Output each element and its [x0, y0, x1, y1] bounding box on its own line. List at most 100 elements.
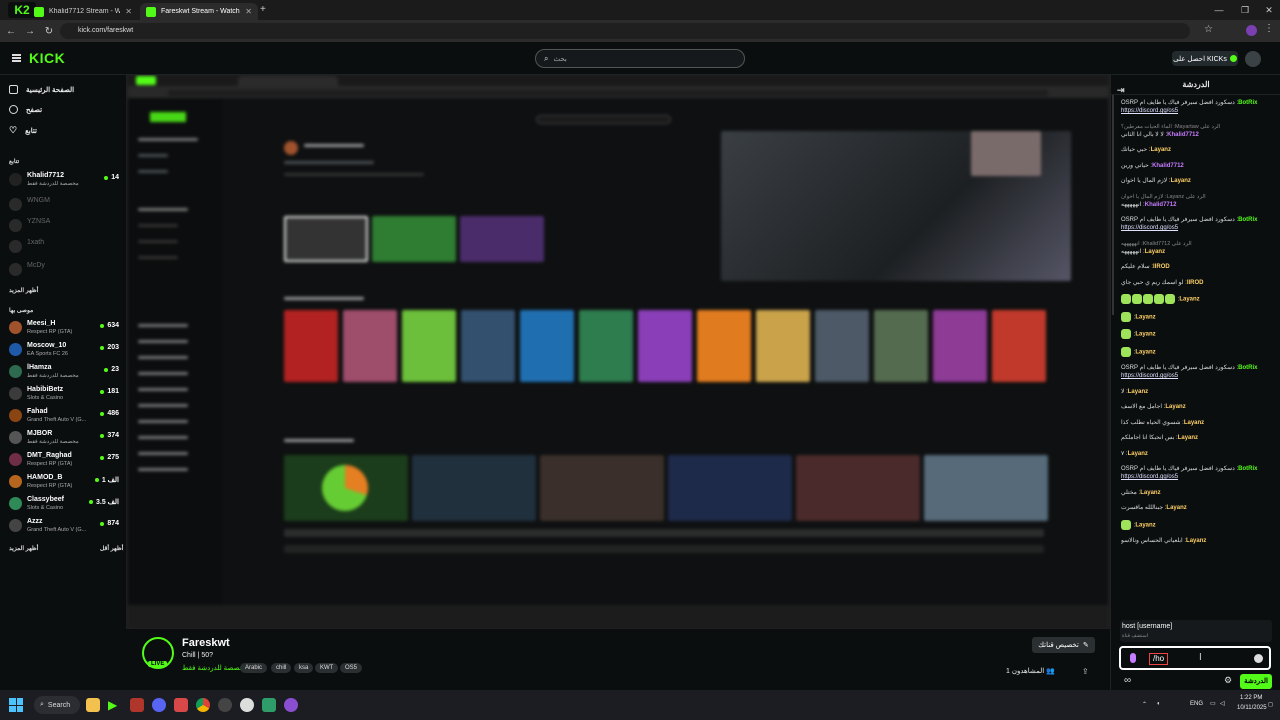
notification-icon[interactable]: ◻ [1268, 701, 1273, 708]
chat-username[interactable]: Layanz [1178, 435, 1198, 441]
recommended-channel[interactable]: DMT_Raghad Respect RP (GTA) 275 [9, 450, 121, 470]
chat-scrollbar[interactable] [1112, 95, 1114, 315]
chat-username[interactable]: Khalid7712 [1152, 163, 1184, 169]
video-player[interactable] [126, 75, 1110, 629]
following-channel[interactable]: Khalid7712 مخصصة للدردشة فقط 14 [9, 170, 121, 190]
streamer-name[interactable]: Fareskwt [182, 637, 230, 649]
user-avatar[interactable] [1245, 51, 1261, 67]
stream-tag[interactable]: OS5 [340, 663, 363, 673]
chat-username[interactable]: Layanz [1165, 404, 1185, 410]
clock-date[interactable]: 10/11/2025 [1237, 705, 1267, 711]
app-icon[interactable] [218, 698, 232, 712]
chat-username[interactable]: Layanz [1151, 147, 1171, 153]
chat-input[interactable]: /ho I [1119, 646, 1271, 670]
stream-tag[interactable]: KWT [315, 663, 339, 673]
tray-icon[interactable]: ◐ [1157, 701, 1161, 707]
search-input[interactable]: ⌕ بحث [535, 49, 745, 68]
chat-username[interactable]: BotRix [1238, 217, 1257, 223]
media-player-icon[interactable]: ▶ [108, 698, 122, 712]
app-icon[interactable] [130, 698, 144, 712]
close-tab-icon[interactable]: ✕ [245, 7, 252, 16]
nav-home[interactable]: الصفحة الرئيسية [9, 85, 74, 94]
back-icon[interactable]: ← [3, 23, 19, 39]
stream-category[interactable]: مخصصة للدردشة فقط [182, 664, 248, 672]
tray-chevron-icon[interactable]: ⌃ [1142, 701, 1147, 708]
minimize-icon[interactable]: — [1206, 0, 1232, 20]
recommended-channel[interactable]: Meesi_H Respect RP (GTA) 634 [9, 318, 121, 338]
command-suggestion[interactable]: host [username] استضف قناة [1120, 620, 1272, 642]
chat-username[interactable]: Layanz [1184, 420, 1204, 426]
chat-username[interactable]: Layanz [1135, 349, 1155, 355]
kick-logo[interactable]: KICK [29, 50, 65, 66]
chat-username[interactable]: Layanz [1128, 451, 1148, 457]
volume-icon[interactable]: ◁ [1220, 700, 1225, 707]
chat-username[interactable]: Layanz [1145, 249, 1165, 255]
app-icon[interactable] [174, 698, 188, 712]
collapse-chat-icon[interactable]: ⇥ [1117, 80, 1125, 100]
share-icon[interactable]: ⇪ [1082, 667, 1089, 676]
reload-icon[interactable]: ↻ [41, 23, 57, 39]
show-more-link[interactable]: أظهر المزيد [9, 545, 38, 552]
file-explorer-icon[interactable] [86, 698, 100, 712]
following-channel[interactable]: 1xath [9, 237, 121, 257]
send-chat-button[interactable]: الدردشة [1240, 674, 1272, 689]
stream-tag[interactable]: Arabic [240, 663, 268, 673]
recommended-channel[interactable]: lHamza مخصصة للدردشة فقط 23 [9, 362, 121, 382]
forward-icon[interactable]: → [22, 23, 38, 39]
chat-link[interactable]: https://discord.gg/os5 [1121, 372, 1279, 380]
nav-browse[interactable]: تصفح [9, 105, 42, 114]
browser-tab-active[interactable]: Fareskwt Stream - Watch Live ✕ [140, 3, 258, 20]
customize-channel-button[interactable]: تخصيص قناتك ✎ [1032, 637, 1095, 653]
emoji-icon[interactable] [1254, 654, 1263, 663]
maximize-icon[interactable]: ❐ [1232, 0, 1258, 20]
chrome-icon[interactable] [196, 698, 210, 712]
mic-icon[interactable] [1130, 653, 1136, 663]
infinity-icon[interactable]: ∞ [1124, 675, 1131, 686]
windows-start-icon[interactable] [9, 698, 23, 712]
chat-username[interactable]: Khalid7712 [1167, 132, 1199, 138]
following-channel[interactable]: McDy [9, 260, 121, 280]
app-icon[interactable] [284, 698, 298, 712]
chat-username[interactable]: Layanz [1186, 538, 1206, 544]
chat-username[interactable]: Layanz [1135, 314, 1155, 320]
close-tab-icon[interactable]: ✕ [125, 7, 132, 16]
network-icon[interactable]: ▭ [1210, 700, 1216, 707]
recommended-channel[interactable]: Moscow_10 EA Sports FC 26 203 [9, 340, 121, 360]
chat-username[interactable]: lIROD [1153, 264, 1170, 270]
chat-link[interactable]: https://discord.gg/os5 [1121, 224, 1279, 232]
chat-username[interactable]: Layanz [1179, 297, 1199, 303]
language-indicator[interactable]: ENG [1190, 701, 1203, 707]
obs-icon[interactable] [240, 698, 254, 712]
clock-time[interactable]: 1:22 PM [1240, 695, 1262, 701]
discord-icon[interactable] [152, 698, 166, 712]
chat-username[interactable]: Layanz [1140, 490, 1160, 496]
new-tab-icon[interactable]: + [260, 4, 266, 15]
chat-username[interactable]: BotRix [1238, 365, 1257, 371]
nav-following[interactable]: ♡ تتابع [9, 125, 37, 136]
bookmark-star-icon[interactable]: ☆ [1204, 24, 1213, 35]
menu-dots-icon[interactable]: ⋮ [1264, 23, 1274, 34]
following-channel[interactable]: YZNSA [9, 216, 121, 236]
app-icon[interactable] [262, 698, 276, 712]
stream-tag[interactable]: ksa [294, 663, 314, 673]
browser-tab[interactable]: Khalid7712 Stream - Watch Live ✕ [28, 3, 138, 20]
settings-icon[interactable]: ⚙ [1224, 675, 1232, 686]
recommended-channel[interactable]: Azzz Grand Theft Auto V (G... 874 [9, 516, 121, 536]
url-field[interactable]: kick.com/fareskwt [60, 23, 1190, 39]
chat-link[interactable]: https://discord.gg/os5 [1121, 107, 1279, 115]
chat-link[interactable]: https://discord.gg/os5 [1121, 473, 1279, 481]
recommended-channel[interactable]: Fahad Grand Theft Auto V (G... 486 [9, 406, 121, 426]
menu-icon[interactable] [12, 54, 21, 62]
profile-icon[interactable] [1246, 25, 1257, 36]
recommended-channel[interactable]: HabibiBetz Slots & Casino 181 [9, 384, 121, 404]
chat-username[interactable]: BotRix [1238, 466, 1257, 472]
chat-username[interactable]: Layanz [1166, 505, 1186, 511]
recommended-channel[interactable]: MJBOR مخصصة للدردشة فقط 374 [9, 428, 121, 448]
taskbar-search[interactable]: ⌕ Search [34, 696, 80, 714]
stream-tag[interactable]: chill [271, 663, 292, 673]
close-window-icon[interactable]: ✕ [1256, 0, 1280, 20]
chat-username[interactable]: Layanz [1171, 178, 1191, 184]
chat-username[interactable]: Layanz [1135, 332, 1155, 338]
chat-username[interactable]: BotRix [1238, 100, 1257, 106]
recommended-channel[interactable]: Classybeef Slots & Casino 3.5 الف [9, 494, 121, 514]
